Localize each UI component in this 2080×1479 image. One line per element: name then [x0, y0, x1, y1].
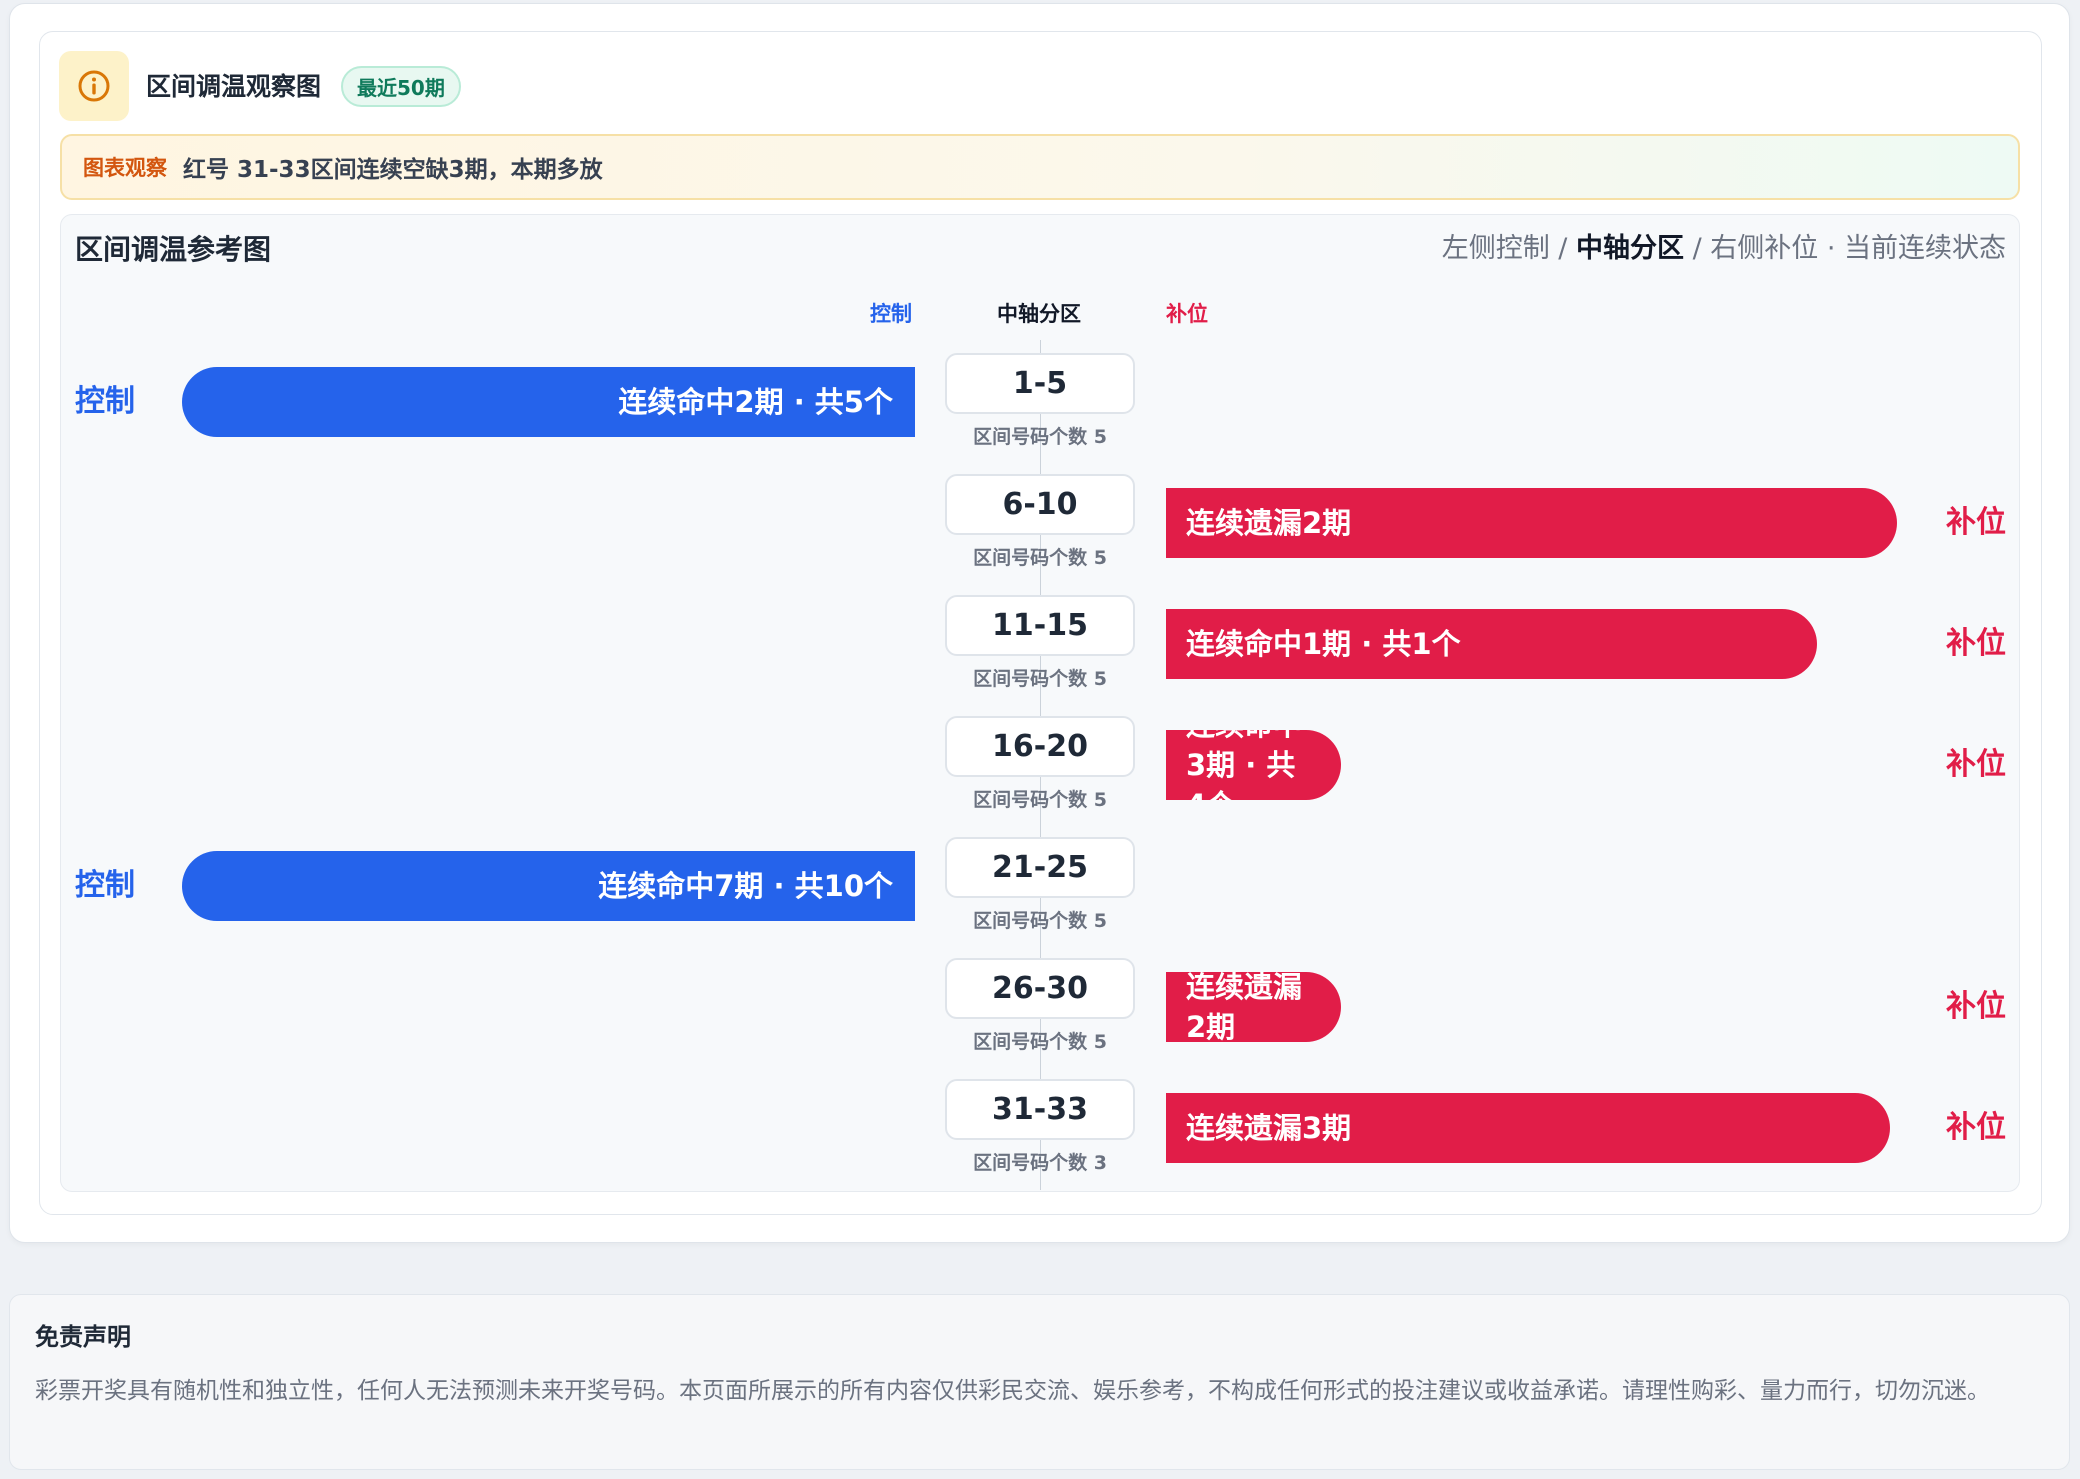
chart-legend: 左侧控制 / 中轴分区 / 右侧补位 · 当前连续状态 [1442, 230, 2006, 268]
zone-box: 16-20 [945, 716, 1135, 777]
disclaimer-text: 彩票开奖具有随机性和独立性，任何人无法预测未来开奖号码。本页面所展示的所有内容仅… [35, 1378, 1990, 1404]
control-bar: 连续命中7期 · 共10个 [182, 851, 915, 921]
fill-bar: 连续遗漏2期 [1166, 972, 1341, 1042]
side-label-fill: 补位 [1946, 505, 2006, 540]
fill-bar: 连续命中1期 · 共1个 [1166, 609, 1817, 679]
zone-count-label: 区间号码个数 3 [973, 1152, 1107, 1174]
legend-center: 中轴分区 [1575, 233, 1684, 264]
column-header-control: 控制 [870, 302, 912, 326]
legend-left: 左侧控制 / [1441, 233, 1576, 264]
zone-count-label: 区间号码个数 5 [973, 426, 1107, 448]
fill-bar: 连续遗漏2期 [1166, 488, 1897, 558]
fill-bar: 连续遗漏3期 [1166, 1093, 1890, 1163]
period-badge: 最近50期 [341, 66, 461, 107]
observation-banner: 图表观察 红号 31-33区间连续空缺3期，本期多放 [60, 134, 2020, 200]
side-label-fill: 补位 [1946, 989, 2006, 1024]
side-label-control: 控制 [75, 868, 135, 903]
chart-title: 区间调温参考图 [75, 233, 272, 266]
column-header-fill: 补位 [1166, 302, 1208, 326]
card-title: 区间调温观察图 [146, 72, 322, 101]
disclaimer-title: 免责声明 [35, 1323, 131, 1351]
zone-count-label: 区间号码个数 5 [973, 910, 1107, 932]
zone-count-label: 区间号码个数 5 [973, 789, 1107, 811]
legend-right: / 右侧补位 · 当前连续状态 [1683, 233, 2006, 264]
zone-box: 26-30 [945, 958, 1135, 1019]
zone-box: 11-15 [945, 595, 1135, 656]
zone-count-label: 区间号码个数 5 [973, 547, 1107, 569]
side-label-control: 控制 [75, 384, 135, 419]
zone-count-label: 区间号码个数 5 [973, 668, 1107, 690]
zone-box: 31-33 [945, 1079, 1135, 1140]
zone-box: 6-10 [945, 474, 1135, 535]
side-label-fill: 补位 [1946, 747, 2006, 782]
zone-box: 1-5 [945, 353, 1135, 414]
side-label-fill: 补位 [1946, 1110, 2006, 1145]
observation-label: 图表观察 [83, 156, 167, 180]
column-header-axis: 中轴分区 [997, 302, 1081, 326]
info-circle-icon [59, 51, 129, 121]
observation-text: 红号 31-33区间连续空缺3期，本期多放 [183, 157, 603, 183]
fill-bar: 连续命中3期 · 共4个 [1166, 730, 1341, 800]
side-label-fill: 补位 [1946, 626, 2006, 661]
zone-count-label: 区间号码个数 5 [973, 1031, 1107, 1053]
zone-box: 21-25 [945, 837, 1135, 898]
control-bar: 连续命中2期 · 共5个 [182, 367, 915, 437]
